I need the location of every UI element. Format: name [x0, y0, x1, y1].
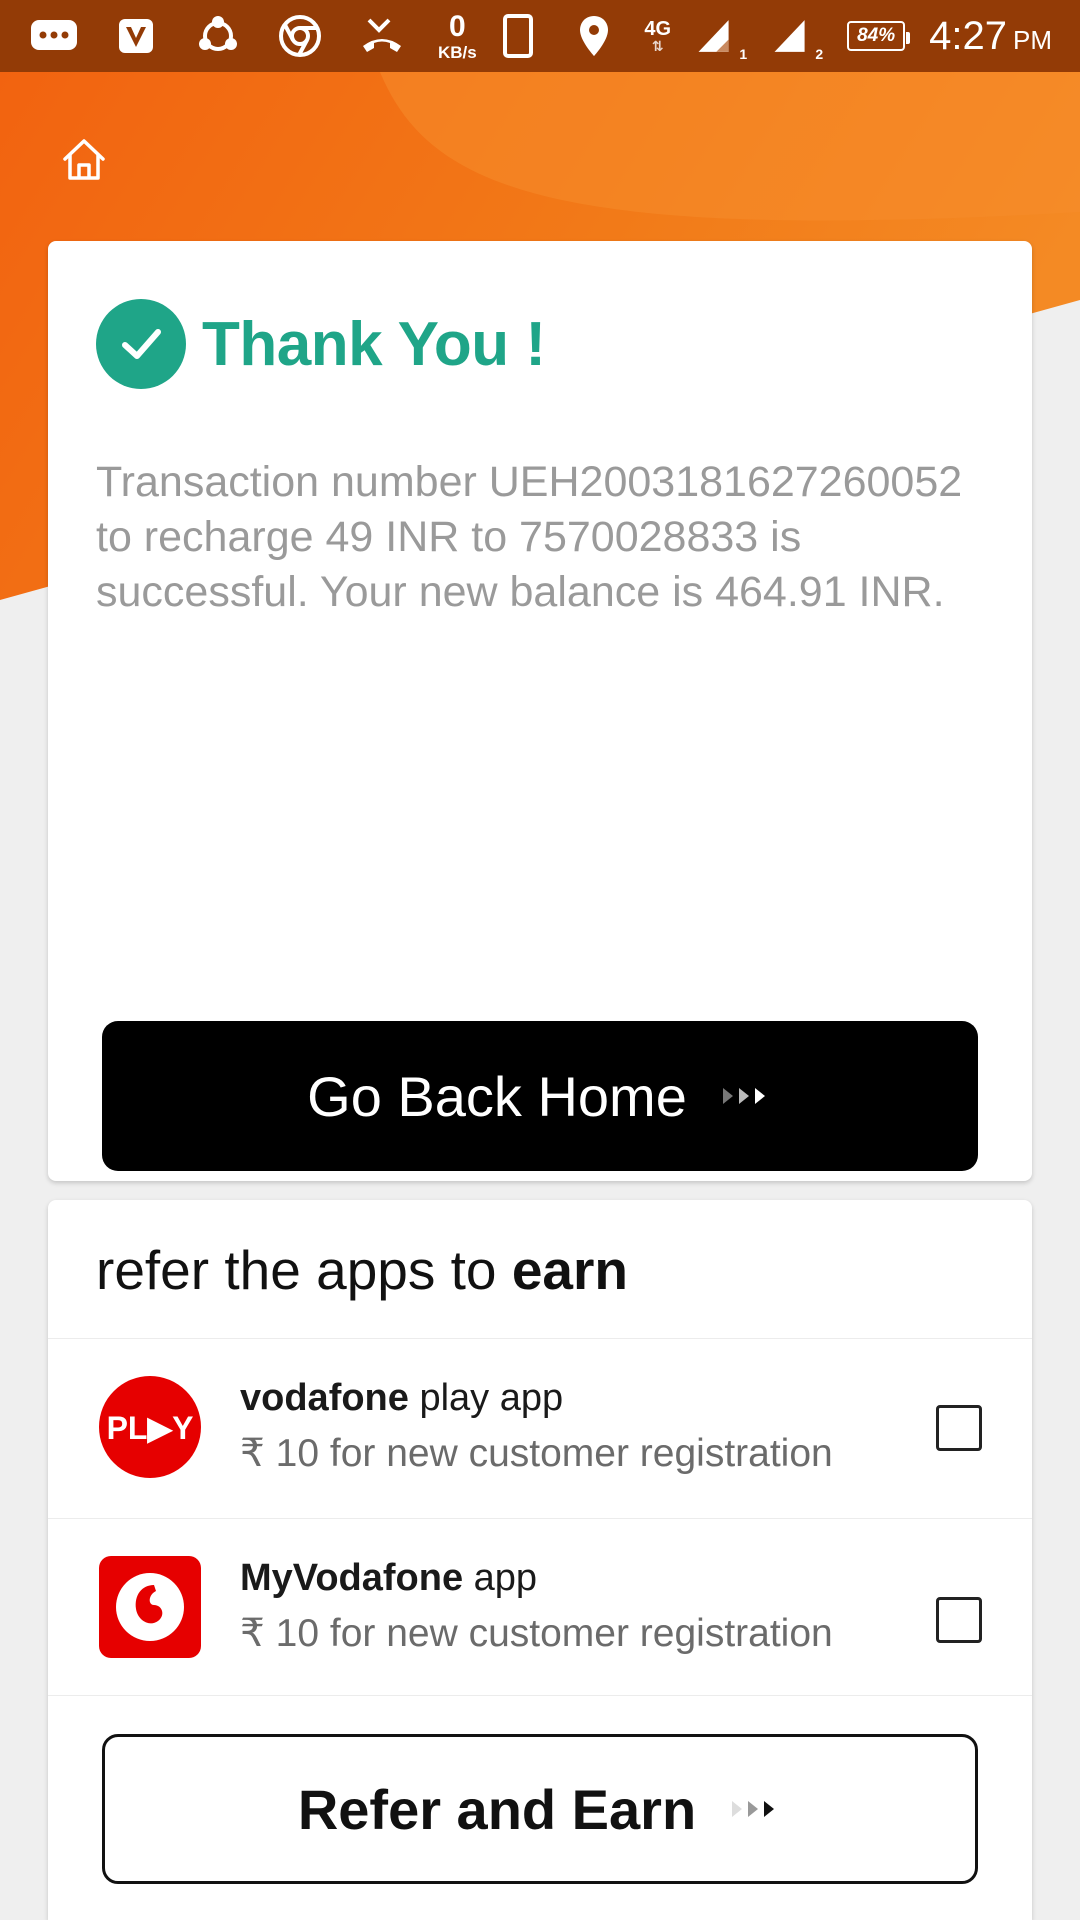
app-name: MyVodafone app	[240, 1557, 538, 1599]
success-check-icon	[96, 299, 186, 389]
thank-you-header: Thank You !	[96, 299, 546, 389]
refer-card: refer the apps to earn PL▶Y vodafone pla…	[48, 1200, 1032, 1920]
vodafone-v-icon	[110, 10, 162, 62]
network-speed: 0 KB/s	[438, 9, 477, 62]
chrome-icon	[274, 10, 326, 62]
missed-call-icon	[356, 10, 408, 62]
forward-arrows-icon	[721, 1084, 773, 1108]
signal-icon: 2	[771, 10, 823, 62]
vodafone-play-logo-icon: PL▶Y	[98, 1375, 202, 1479]
app-row-vodafone-play: PL▶Y vodafone play app ₹ 10 for new cust…	[48, 1338, 1032, 1516]
transaction-message: Transaction number UEH2003181627260052 t…	[96, 458, 963, 616]
confirmation-card: Thank You ! Transaction number UEH200318…	[48, 241, 1032, 1181]
location-icon	[568, 10, 620, 62]
myvodafone-logo-icon	[98, 1555, 202, 1659]
go-back-home-label: Go Back Home	[307, 1064, 687, 1128]
battery-icon: 84%	[847, 21, 911, 51]
home-icon	[63, 139, 105, 180]
go-back-home-button[interactable]: Go Back Home	[102, 1021, 978, 1171]
svg-text:PL▶Y: PL▶Y	[107, 1410, 194, 1446]
clock: 4:27 PM	[929, 13, 1052, 58]
app-row-myvodafone: MyVodafone app ₹ 10 for new customer reg…	[48, 1518, 1032, 1696]
share-icon	[192, 10, 244, 62]
refer-and-earn-label: Refer and Earn	[297, 1777, 697, 1841]
refer-and-earn-button[interactable]: Refer and Earn	[102, 1734, 978, 1884]
phone-icon	[492, 10, 544, 62]
select-vodafone-play-checkbox[interactable]	[936, 1405, 982, 1451]
network-type: 4G ⇅	[644, 18, 672, 54]
signal-icon: 1	[695, 10, 747, 62]
status-bar: 0 KB/s 4G ⇅ 1 2 84% 4:27 PM	[0, 0, 1080, 72]
messages-icon	[28, 10, 80, 62]
app-name: vodafone play app	[240, 1377, 564, 1419]
forward-arrows-icon	[730, 1797, 782, 1821]
screen: 0 KB/s 4G ⇅ 1 2 84% 4:27 PM Thank You ! …	[0, 0, 1080, 1920]
refer-heading: refer the apps to earn	[96, 1239, 628, 1301]
select-myvodafone-checkbox[interactable]	[936, 1597, 982, 1643]
app-reward: ₹ 10 for new customer registration	[240, 1432, 833, 1475]
app-reward: ₹ 10 for new customer registration	[240, 1612, 833, 1655]
thank-you-title: Thank You !	[202, 309, 546, 379]
home-button[interactable]	[56, 132, 112, 188]
